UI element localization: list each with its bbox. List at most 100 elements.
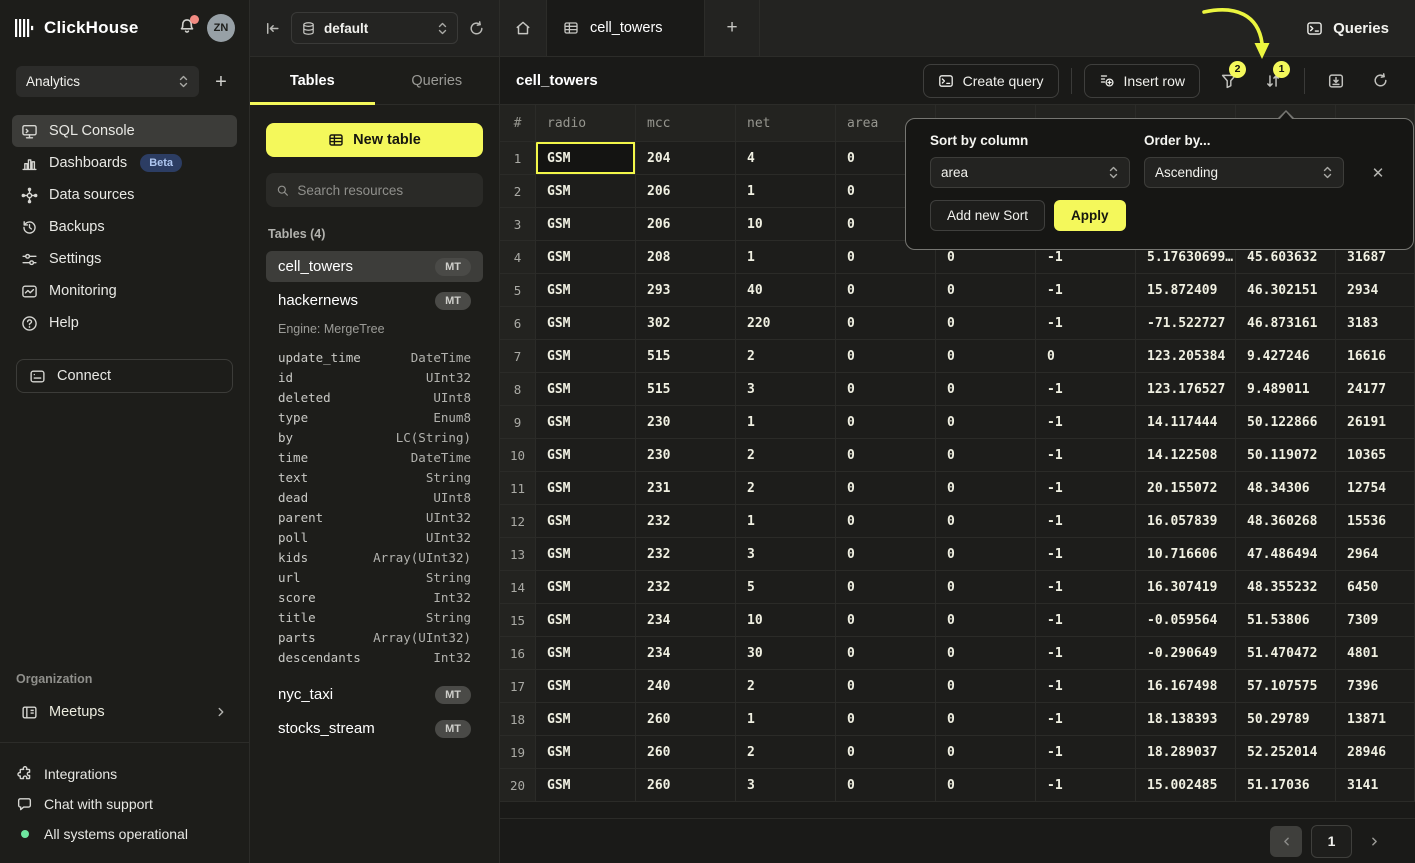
row-number[interactable]: 10 xyxy=(500,439,536,472)
row-number[interactable]: 3 xyxy=(500,208,536,241)
row-number[interactable]: 19 xyxy=(500,736,536,769)
table-cell[interactable]: 0 xyxy=(836,736,936,769)
table-cell[interactable]: 4801 xyxy=(1336,637,1415,670)
table-cell[interactable]: 2 xyxy=(736,472,836,505)
row-number[interactable]: 9 xyxy=(500,406,536,439)
table-cell[interactable]: 230 xyxy=(636,406,736,439)
search-box[interactable] xyxy=(266,173,483,207)
table-cell[interactable]: -0.290649 xyxy=(1136,637,1236,670)
table-cell[interactable]: 0 xyxy=(836,769,936,802)
home-tab[interactable] xyxy=(500,0,547,56)
table-cell[interactable]: 4 xyxy=(736,142,836,175)
table-cell[interactable]: -1 xyxy=(1036,571,1136,604)
table-cell[interactable]: 16.307419 xyxy=(1136,571,1236,604)
table-cell[interactable]: 0 xyxy=(836,604,936,637)
row-number[interactable]: 2 xyxy=(500,175,536,208)
row-number[interactable]: 5 xyxy=(500,274,536,307)
table-cell[interactable]: 0 xyxy=(836,373,936,406)
create-query-button[interactable]: Create query xyxy=(923,64,1059,98)
row-number[interactable]: 15 xyxy=(500,604,536,637)
table-cell[interactable]: 6450 xyxy=(1336,571,1415,604)
table-cell[interactable]: 204 xyxy=(636,142,736,175)
sidebar-item-integrations[interactable]: Integrations xyxy=(16,759,233,789)
table-list-item-stocks-stream[interactable]: stocks_streamMT xyxy=(266,713,483,744)
table-cell[interactable]: 16616 xyxy=(1336,340,1415,373)
table-cell[interactable]: GSM xyxy=(536,571,636,604)
table-cell[interactable]: 0 xyxy=(936,406,1036,439)
table-cell[interactable]: 15.872409 xyxy=(1136,274,1236,307)
tab-queries[interactable]: Queries xyxy=(375,57,500,104)
table-cell[interactable]: GSM xyxy=(536,472,636,505)
row-number[interactable]: 4 xyxy=(500,241,536,274)
table-cell[interactable]: 0 xyxy=(936,307,1036,340)
row-number[interactable]: 6 xyxy=(500,307,536,340)
table-cell[interactable]: 208 xyxy=(636,241,736,274)
table-cell[interactable]: 3183 xyxy=(1336,307,1415,340)
table-cell[interactable]: GSM xyxy=(536,769,636,802)
sort-column-select[interactable]: area xyxy=(930,157,1130,188)
sidebar-item-help[interactable]: Help xyxy=(12,307,237,339)
table-cell[interactable]: 0 xyxy=(836,307,936,340)
table-cell[interactable]: 3 xyxy=(736,373,836,406)
row-number[interactable]: 17 xyxy=(500,670,536,703)
table-cell[interactable]: 0 xyxy=(936,373,1036,406)
table-cell[interactable]: 3141 xyxy=(1336,769,1415,802)
row-number[interactable]: 20 xyxy=(500,769,536,802)
table-cell[interactable]: 0 xyxy=(936,538,1036,571)
row-number[interactable]: 12 xyxy=(500,505,536,538)
table-cell[interactable]: -1 xyxy=(1036,538,1136,571)
row-number[interactable]: 18 xyxy=(500,703,536,736)
table-cell[interactable]: 260 xyxy=(636,703,736,736)
table-cell[interactable]: 0 xyxy=(936,670,1036,703)
notifications-bell-icon[interactable] xyxy=(177,17,199,39)
table-cell[interactable]: 234 xyxy=(636,604,736,637)
table-cell[interactable]: GSM xyxy=(536,274,636,307)
sidebar-item-chat-support[interactable]: Chat with support xyxy=(16,789,233,819)
table-cell[interactable]: -1 xyxy=(1036,307,1136,340)
table-cell[interactable]: 220 xyxy=(736,307,836,340)
table-cell[interactable]: 18.138393 xyxy=(1136,703,1236,736)
table-cell[interactable]: 7396 xyxy=(1336,670,1415,703)
table-cell[interactable]: 0 xyxy=(836,538,936,571)
table-cell[interactable]: 3 xyxy=(736,769,836,802)
sidebar-item-dashboards[interactable]: DashboardsBeta xyxy=(12,147,237,179)
table-cell[interactable]: 260 xyxy=(636,769,736,802)
tab-tables[interactable]: Tables xyxy=(250,57,375,104)
table-cell[interactable]: 0 xyxy=(936,604,1036,637)
table-cell[interactable]: 51.53806 xyxy=(1236,604,1336,637)
table-cell[interactable]: -0.059564 xyxy=(1136,604,1236,637)
table-cell[interactable]: 50.122866 xyxy=(1236,406,1336,439)
table-cell[interactable]: 123.205384 xyxy=(1136,340,1236,373)
table-cell[interactable]: 12754 xyxy=(1336,472,1415,505)
table-cell[interactable]: 260 xyxy=(636,736,736,769)
row-number[interactable]: 16 xyxy=(500,637,536,670)
queries-button[interactable]: Queries xyxy=(1280,0,1415,56)
table-cell[interactable]: 2 xyxy=(736,340,836,373)
new-table-button[interactable]: New table xyxy=(266,123,483,157)
table-cell[interactable]: GSM xyxy=(536,604,636,637)
table-cell[interactable]: 13871 xyxy=(1336,703,1415,736)
previous-page-button[interactable] xyxy=(1270,826,1302,857)
workspace-selector[interactable]: Analytics xyxy=(16,66,199,97)
sort-button[interactable]: 1 xyxy=(1254,64,1292,98)
table-cell[interactable]: GSM xyxy=(536,637,636,670)
table-cell[interactable]: 14.117444 xyxy=(1136,406,1236,439)
table-cell[interactable]: 0 xyxy=(836,274,936,307)
sidebar-item-data-sources[interactable]: Data sources xyxy=(12,179,237,211)
table-cell[interactable]: 231 xyxy=(636,472,736,505)
table-cell[interactable]: 9.427246 xyxy=(1236,340,1336,373)
column-header-net[interactable]: net xyxy=(736,105,836,142)
table-cell[interactable]: 0 xyxy=(836,637,936,670)
table-cell[interactable]: 51.470472 xyxy=(1236,637,1336,670)
table-cell[interactable]: 1 xyxy=(736,241,836,274)
table-cell[interactable]: 16.167498 xyxy=(1136,670,1236,703)
table-cell[interactable]: 293 xyxy=(636,274,736,307)
table-cell[interactable]: -1 xyxy=(1036,505,1136,538)
table-cell[interactable]: 15536 xyxy=(1336,505,1415,538)
sidebar-item-settings[interactable]: Settings xyxy=(12,243,237,275)
table-cell[interactable]: 0 xyxy=(936,472,1036,505)
table-list-item-cell-towers[interactable]: cell_towersMT xyxy=(266,251,483,282)
table-cell[interactable]: 0 xyxy=(936,571,1036,604)
sidebar-item-sql-console[interactable]: SQL Console xyxy=(12,115,237,147)
table-cell[interactable]: 206 xyxy=(636,208,736,241)
